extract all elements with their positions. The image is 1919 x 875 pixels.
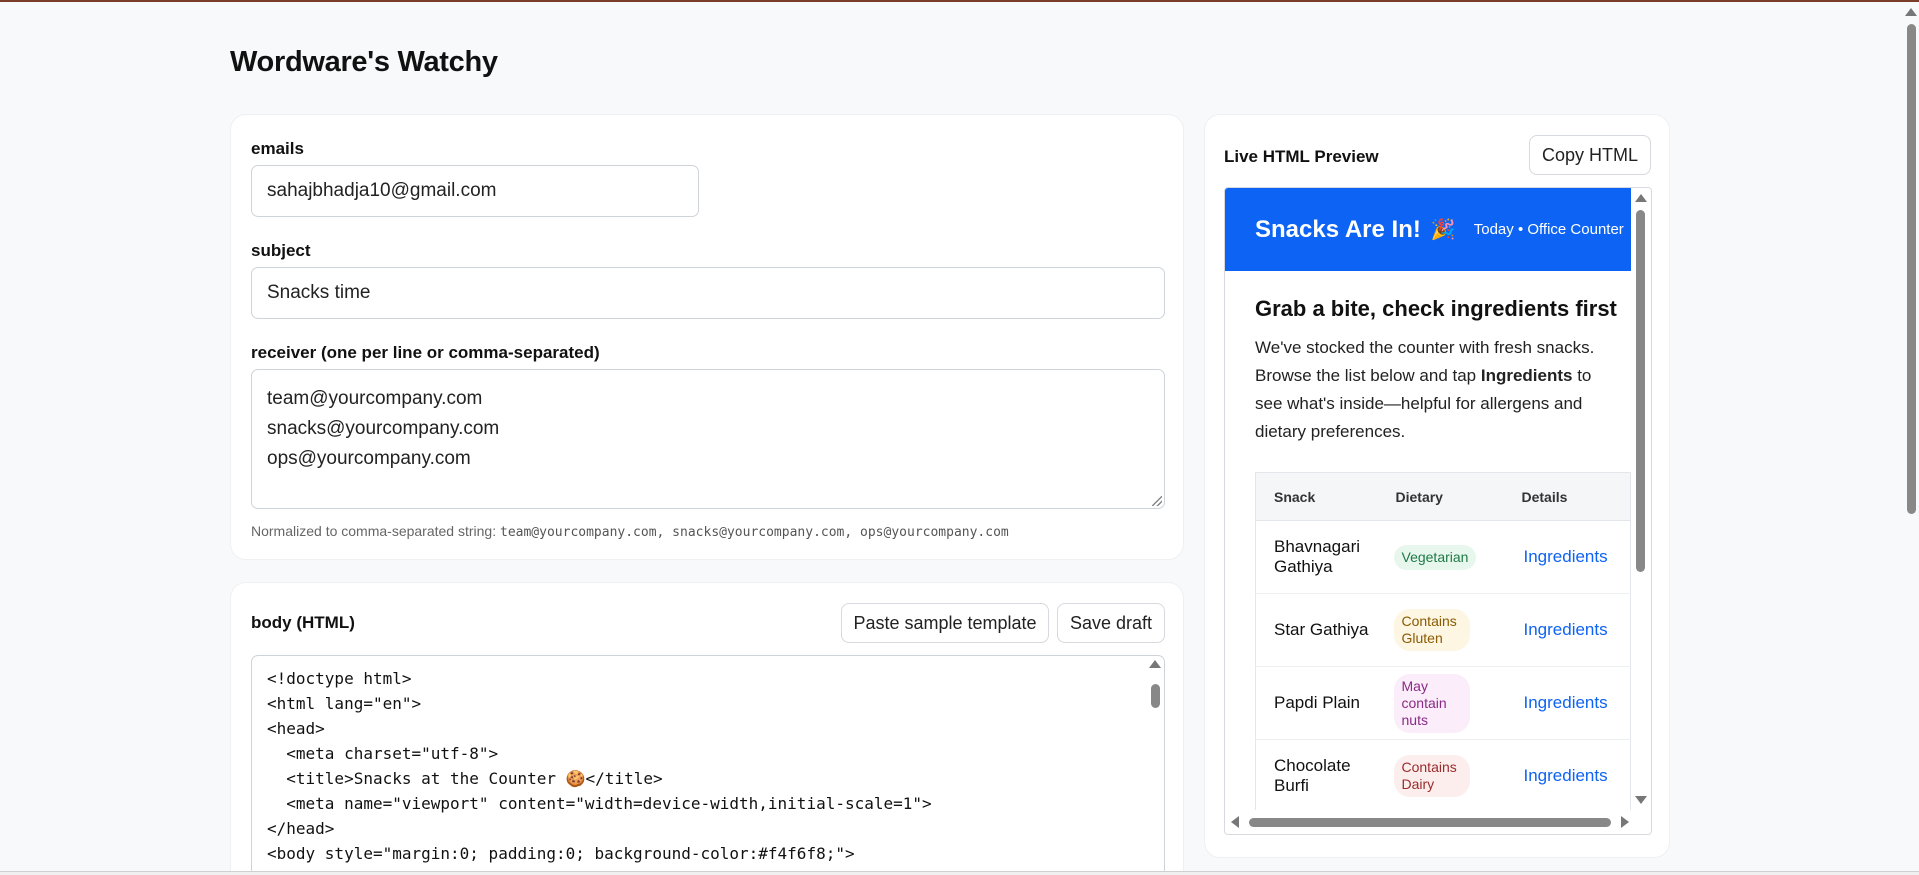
email-header: Snacks Are In! 🎉 Today • Office Counter	[1225, 188, 1631, 271]
dietary-badge: May contain nuts	[1393, 673, 1470, 733]
email-preview: Snacks Are In! 🎉 Today • Office Counter …	[1225, 188, 1631, 810]
snack-name: Bhavnagari Gathiya	[1255, 520, 1378, 594]
code-line: </head>	[267, 819, 335, 838]
code-line: <!doctype html>	[267, 669, 412, 688]
copy-html-button[interactable]: Copy HTML	[1529, 135, 1651, 175]
receiver-line: snacks@yourcompany.com	[267, 418, 500, 439]
dietary-cell: Contains Dairy	[1377, 739, 1504, 810]
preview-title: Live HTML Preview	[1224, 147, 1379, 166]
preview-vertical-scrollbar[interactable]	[1631, 188, 1651, 810]
subject-input[interactable]: Snacks time	[251, 267, 1165, 319]
body-label: body (HTML)	[251, 613, 355, 632]
emails-label: emails	[251, 139, 304, 158]
code-line: <html lang="en">	[267, 694, 422, 713]
snack-name: Star Gathiya	[1255, 593, 1378, 667]
preview-hscroll-thumb[interactable]	[1249, 818, 1611, 827]
ingredients-link[interactable]: Ingredients	[1524, 693, 1608, 712]
column-header: Dietary	[1377, 472, 1504, 521]
table-row: Star Gathiya Contains Gluten Ingredients	[1255, 593, 1631, 667]
dietary-cell: May contain nuts	[1377, 666, 1504, 740]
scroll-right-icon[interactable]	[1621, 816, 1629, 828]
normalized-prefix: Normalized to comma-separated string:	[251, 523, 497, 539]
ingredients-link[interactable]: Ingredients	[1524, 547, 1608, 566]
page-scrollbar-thumb[interactable]	[1907, 24, 1916, 514]
dietary-badge: Contains Dairy	[1393, 755, 1470, 797]
receiver-label: receiver (one per line or comma-separate…	[251, 343, 600, 362]
preview-frame[interactable]: Snacks Are In! 🎉 Today • Office Counter …	[1224, 187, 1652, 835]
party-icon: 🎉	[1430, 219, 1456, 241]
preview-horizontal-scrollbar[interactable]	[1225, 810, 1651, 834]
page-title: Wordware's Watchy	[230, 46, 498, 78]
table-row: Bhavnagari Gathiya Vegetarian Ingredients	[1255, 520, 1631, 594]
details-cell: Ingredients	[1503, 666, 1631, 740]
preview-card: Live HTML Preview Copy HTML Snacks Are I…	[1204, 114, 1670, 858]
save-draft-button[interactable]: Save draft	[1057, 603, 1165, 643]
email-intro: We've stocked the counter with fresh sna…	[1255, 334, 1615, 446]
intro-bold: Ingredients	[1480, 366, 1573, 385]
scroll-up-icon[interactable]	[1149, 660, 1161, 668]
column-header: Snack	[1255, 472, 1378, 521]
scroll-up-icon[interactable]	[1635, 194, 1647, 202]
table-header-row: Snack Dietary Details	[1255, 472, 1631, 521]
code-scrollbar-thumb[interactable]	[1151, 684, 1160, 708]
code-line: <body style="margin:0; padding:0; backgr…	[267, 844, 855, 863]
dietary-cell: Contains Gluten	[1377, 593, 1504, 667]
emails-input[interactable]: sahajbhadja10@gmail.com	[251, 165, 699, 217]
body-editor-card: body (HTML) Paste sample template Save d…	[230, 582, 1184, 875]
table-row: Papdi Plain May contain nuts Ingredients	[1255, 666, 1631, 740]
dietary-cell: Vegetarian	[1377, 520, 1504, 594]
table-row: Chocolate Burfi Contains Dairy Ingredients	[1255, 739, 1631, 810]
details-cell: Ingredients	[1503, 739, 1631, 810]
code-scrollbar[interactable]	[1149, 660, 1161, 875]
email-heading: Grab a bite, check ingredients first	[1255, 296, 1617, 321]
email-meta-card: emails sahajbhadja10@gmail.com subject S…	[230, 114, 1184, 560]
code-line: <title>Snacks at the Counter 🍪</title>	[267, 769, 663, 788]
snack-name: Papdi Plain	[1255, 666, 1378, 740]
snack-table: Snack Dietary Details Bhavnagari Gathiya…	[1255, 472, 1631, 810]
page-scrollbar[interactable]	[1903, 2, 1919, 875]
preview-scrollbar-thumb[interactable]	[1636, 210, 1645, 572]
code-line: <meta name="viewport" content="width=dev…	[267, 794, 932, 813]
scroll-left-icon[interactable]	[1231, 816, 1239, 828]
code-line: <head>	[267, 719, 325, 738]
resize-handle-icon[interactable]	[1152, 496, 1162, 506]
code-line: <meta charset="utf-8">	[267, 744, 499, 763]
normalized-hint: Normalized to comma-separated string: te…	[251, 523, 1009, 540]
receiver-textarea[interactable]: team@yourcompany.com snacks@yourcompany.…	[251, 369, 1165, 509]
ingredients-link[interactable]: Ingredients	[1524, 766, 1608, 785]
paste-sample-button[interactable]: Paste sample template	[841, 603, 1049, 643]
details-cell: Ingredients	[1503, 593, 1631, 667]
ingredients-link[interactable]: Ingredients	[1524, 620, 1608, 639]
dietary-badge: Contains Gluten	[1393, 609, 1470, 651]
page-bottom-edge	[0, 871, 1919, 875]
normalized-value: team@yourcompany.com, snacks@yourcompany…	[500, 525, 1009, 540]
email-header-meta: Today • Office Counter	[1473, 221, 1624, 238]
scroll-down-icon[interactable]	[1635, 796, 1647, 804]
details-cell: Ingredients	[1503, 520, 1631, 594]
scroll-up-icon[interactable]	[1905, 8, 1917, 16]
receiver-line: ops@yourcompany.com	[267, 448, 471, 469]
receiver-line: team@yourcompany.com	[267, 388, 483, 409]
body-code-editor[interactable]: <!doctype html> <html lang="en"> <head> <m…	[251, 655, 1165, 875]
subject-label: subject	[251, 241, 311, 260]
email-header-title: Snacks Are In!	[1255, 215, 1421, 243]
snack-name: Chocolate Burfi	[1255, 739, 1378, 810]
column-header: Details	[1503, 472, 1631, 521]
dietary-badge: Vegetarian	[1393, 544, 1477, 570]
